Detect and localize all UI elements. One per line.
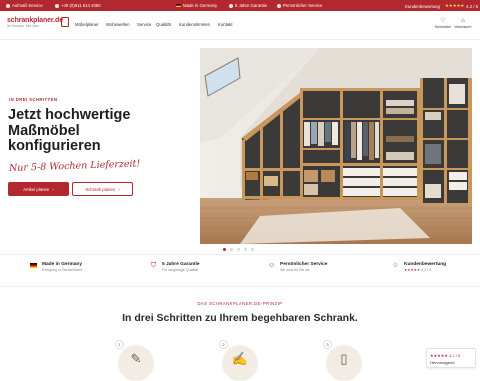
cart-icon: ⌂ xyxy=(461,18,465,24)
heart-icon: ♡ xyxy=(440,18,446,24)
topbar-item-garantie: 5 Jahre Garantie xyxy=(229,3,267,8)
ruler-icon xyxy=(6,3,10,8)
slider-dot[interactable] xyxy=(223,248,226,251)
hero-slider-dots xyxy=(223,248,254,251)
closet-illustration xyxy=(200,48,472,244)
topbar-item-made-in-germany: Made in Germany xyxy=(176,3,217,8)
step-3: 3 ▯ xyxy=(323,340,362,381)
topbar-item-phone[interactable]: +49 (0)911 514 4080 xyxy=(55,3,101,8)
slider-dot[interactable] xyxy=(244,248,247,251)
nav-kundenstimmen[interactable]: Kundenstimmen xyxy=(179,22,210,27)
top-info-bar: Aufmaß-Service +49 (0)911 514 4080 Made … xyxy=(0,0,480,11)
feature-garantie: ⛉ 5 Jahre Garantie Für langlebige Qualit… xyxy=(150,262,200,272)
feature-made-in-germany: Made in Germany Fertigung in Deutschland xyxy=(30,262,82,273)
person-icon: ☺ xyxy=(268,262,276,269)
hero-title: Jetzt hochwertige Maßmöbel konfigurieren xyxy=(8,107,131,154)
topbar-rating[interactable]: Kundenbewertung ★★★★★ 4.2 / 5 xyxy=(405,3,478,9)
feature-rating[interactable]: ☆ Kundenbewertung ★★★★★ 4.2 / 5 xyxy=(392,262,446,273)
section-divider xyxy=(0,254,480,255)
check-shield-icon: ⛉ xyxy=(150,262,157,269)
star-icon: ☆ xyxy=(392,262,399,269)
site-header xyxy=(0,11,480,40)
nav-wohnwelten[interactable]: Wohnwelten xyxy=(106,22,130,27)
person-icon xyxy=(277,3,281,8)
step-1: 1 ✎ xyxy=(115,340,154,381)
hero-image-walk-in-closet xyxy=(200,48,472,244)
nav-service[interactable]: Service xyxy=(137,22,151,27)
trust-rating-badge[interactable]: ★★★★★ 4.2 / 5 Hervorragend xyxy=(426,348,476,368)
ruler-icon: ✎ xyxy=(130,351,142,366)
plan-wardrobe-button[interactable]: Schrank planen › xyxy=(72,182,133,196)
german-flag-icon xyxy=(30,262,37,269)
hero-tag: IN DREI SCHRITTEN xyxy=(9,97,58,102)
nav-kontakt[interactable]: Kontakt xyxy=(218,22,233,27)
hero-delivery-note: Nur 5-8 Wochen Lieferzeit! xyxy=(8,158,141,174)
chevron-right-icon: › xyxy=(52,186,54,192)
principle-tag: DAS SCHRANKPLANER.DE-PRINZIP xyxy=(197,301,283,306)
slider-dot[interactable] xyxy=(237,248,240,251)
german-flag-icon xyxy=(176,3,181,8)
principle-title: In drei Schritten zu Ihrem begehbaren Sc… xyxy=(122,312,358,324)
slider-dot[interactable] xyxy=(230,248,233,251)
topbar-item-aufmass[interactable]: Aufmaß-Service xyxy=(6,3,43,8)
shield-icon xyxy=(229,3,233,8)
step-2: 2 ✍ xyxy=(219,340,258,381)
nav-moebelplaner[interactable]: Möbelplaner xyxy=(75,22,99,27)
door-icon: ▯ xyxy=(340,351,348,366)
rating-stars: ★★★★★ xyxy=(404,268,421,272)
chevron-right-icon: › xyxy=(118,186,120,192)
feature-service: ☺ Persönlicher Service Wir sind für Sie … xyxy=(268,262,328,272)
notepad-icon: ✍ xyxy=(231,351,249,366)
topbar-item-service: Persönlicher Service xyxy=(277,3,322,8)
rating-stars: ★★★★★ xyxy=(444,3,465,8)
wardrobe-logo-icon xyxy=(61,17,69,27)
wishlist-button[interactable]: ♡ Merkzettel xyxy=(432,18,454,29)
slider-dot[interactable] xyxy=(251,248,254,251)
section-divider xyxy=(0,286,480,287)
nav-qualitaet[interactable]: Qualität xyxy=(156,22,171,27)
phone-icon xyxy=(55,3,59,8)
site-logo[interactable]: schrankplaner.de Ihr Schrank. Ihre Idee. xyxy=(7,17,69,37)
plan-article-button[interactable]: Artikel planen › xyxy=(8,182,69,196)
cart-button[interactable]: ⌂ Warenkorb xyxy=(452,18,474,29)
